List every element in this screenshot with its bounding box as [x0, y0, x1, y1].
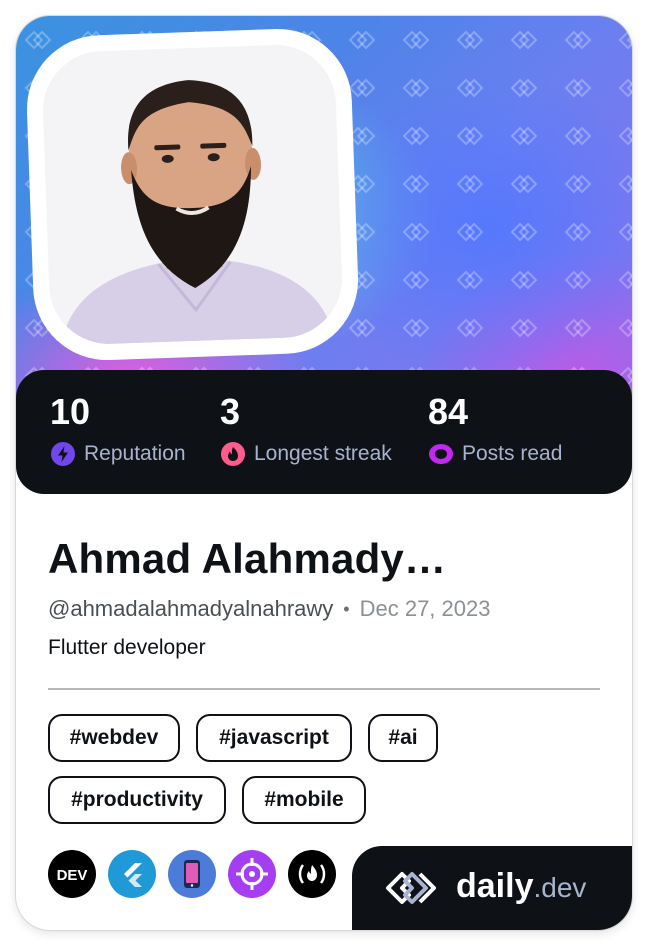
tag-chip[interactable]: #javascript [196, 714, 352, 762]
stat-value: 84 [428, 391, 469, 432]
stat-value: 10 [50, 391, 91, 432]
tag-chip[interactable]: #ai [368, 714, 438, 762]
daily-dev-logo-icon [386, 872, 436, 904]
stat-label: Longest streak [254, 442, 392, 465]
avatar[interactable] [40, 42, 345, 347]
stat-reputation: 10 Reputation [50, 390, 186, 468]
source-list: DEV [48, 850, 348, 898]
brand-wordmark: daily.dev [456, 866, 586, 908]
source-dev-label: DEV [57, 867, 88, 884]
tag-chip[interactable]: #productivity [48, 776, 226, 824]
stat-longest-streak: 3 Longest streak [220, 390, 392, 468]
tag-chip[interactable]: #webdev [48, 714, 180, 762]
brand-badge[interactable]: daily.dev [352, 846, 632, 930]
profile-bio: Flutter developer [48, 636, 206, 659]
flame-icon [221, 442, 245, 466]
source-crosshair[interactable] [228, 850, 276, 898]
source-flutter[interactable] [108, 850, 156, 898]
stat-label: Posts read [462, 442, 563, 465]
avatar-photo [40, 42, 345, 347]
stat-value: 3 [220, 391, 241, 432]
brand-suffix: .dev [533, 872, 587, 903]
freecodecamp-icon [298, 864, 326, 884]
avatar-frame [24, 26, 361, 363]
cover-background [16, 16, 632, 416]
stats-panel: 10 Reputation 3 Longest streak 84 Posts … [16, 370, 632, 494]
tag-chip[interactable]: #mobile [242, 776, 366, 824]
flutter-icon [124, 863, 142, 887]
username[interactable]: @ahmadalahmadyalnahrawy [48, 594, 333, 624]
handle-row: @ahmadalahmadyalnahrawy • Dec 27, 2023 [48, 594, 490, 624]
brand-word: daily [456, 867, 534, 905]
source-dev[interactable]: DEV [48, 850, 96, 898]
stat-posts-read: 84 Posts read [428, 390, 562, 468]
source-freecodecamp[interactable] [288, 850, 336, 898]
stat-label: Reputation [84, 442, 186, 465]
profile-card: 10 Reputation 3 Longest streak 84 Posts … [16, 16, 632, 930]
joined-date: Dec 27, 2023 [359, 596, 491, 621]
phone-icon [184, 860, 200, 888]
separator-dot: • [343, 599, 350, 619]
lightning-icon [51, 442, 75, 466]
divider [48, 688, 600, 690]
crosshair-icon [236, 858, 268, 890]
source-mobile-app[interactable] [168, 850, 216, 898]
eye-ring-icon [429, 444, 453, 464]
profile-name: Ahmad Alahmady… [48, 535, 447, 582]
